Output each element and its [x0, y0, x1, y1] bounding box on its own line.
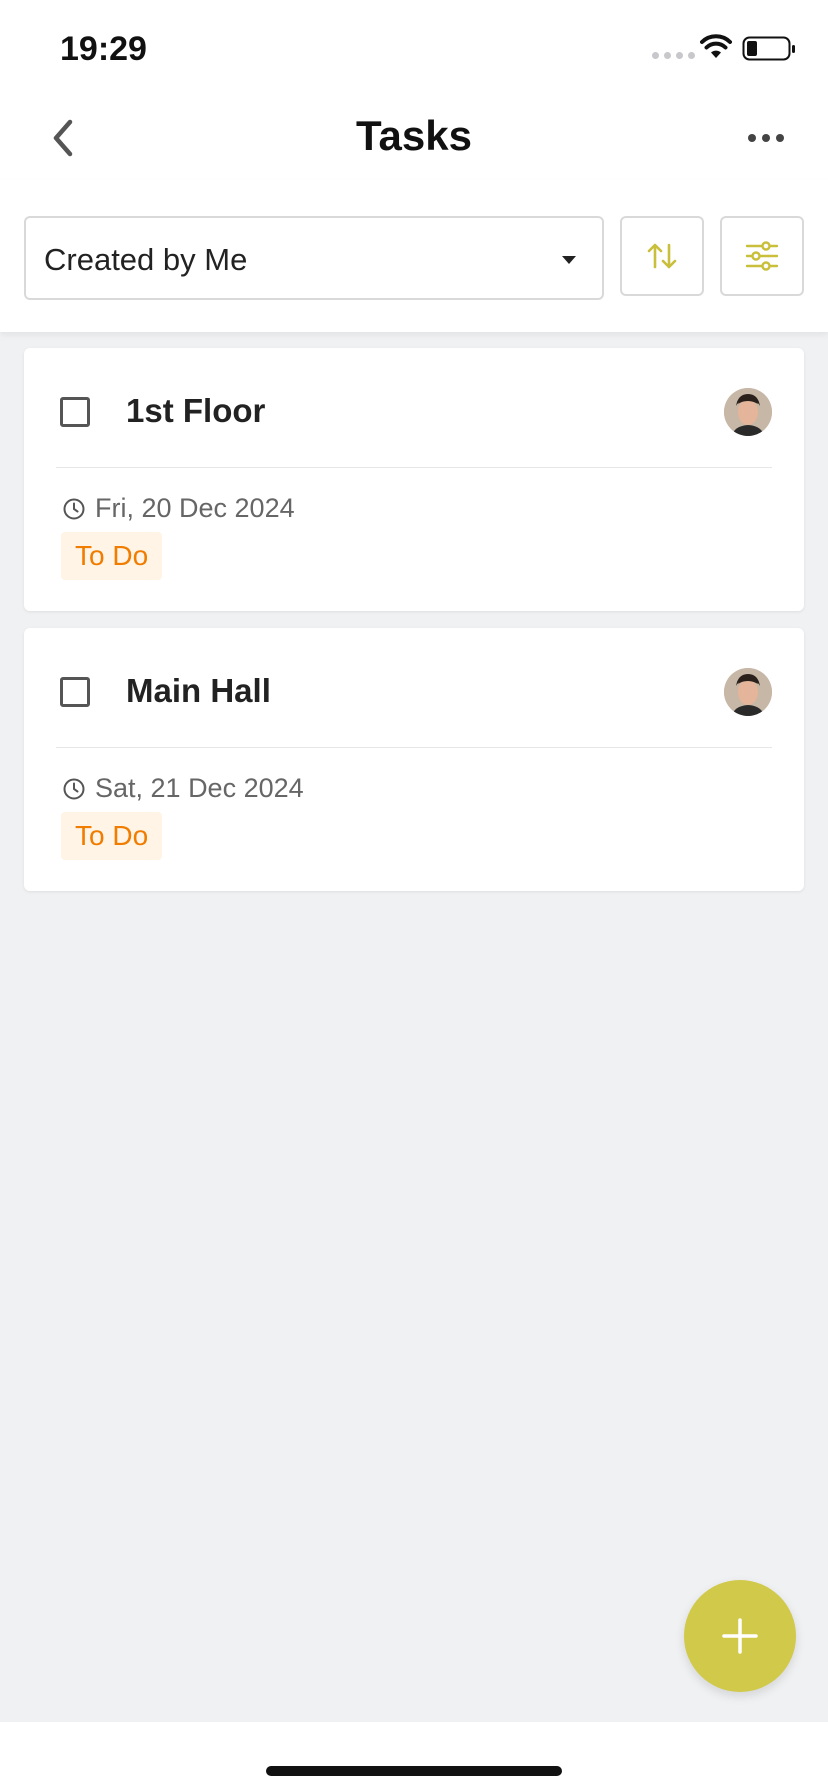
task-card[interactable]: 1st Floor Fri, 20 Dec 2024 To Do — [24, 348, 804, 611]
filter-dropdown-value: Created by Me — [44, 242, 248, 277]
task-title: Main Hall — [126, 672, 271, 709]
plus-icon — [722, 1618, 758, 1654]
filter-button[interactable] — [720, 216, 804, 296]
clock-icon — [63, 498, 85, 520]
task-due-date: Fri, 20 Dec 2024 — [95, 493, 295, 523]
caret-down-icon — [562, 256, 576, 264]
page-title: Tasks — [356, 112, 472, 159]
task-title: 1st Floor — [126, 392, 266, 429]
add-task-button[interactable] — [684, 1580, 796, 1692]
clock-icon — [63, 778, 85, 800]
filter-dropdown[interactable]: Created by Me — [24, 216, 604, 300]
task-checkbox[interactable] — [60, 397, 90, 427]
signal-icon — [652, 52, 695, 59]
battery-icon — [742, 36, 795, 61]
sort-button[interactable] — [620, 216, 704, 296]
sort-icon — [647, 243, 677, 269]
more-icon[interactable] — [748, 134, 784, 142]
toolbar: Created by Me — [0, 180, 828, 332]
app-header: Tasks — [0, 96, 828, 180]
bottom-bar — [0, 1722, 828, 1792]
person-avatar-icon — [724, 668, 772, 716]
task-list: 1st Floor Fri, 20 Dec 2024 To Do Main Ha… — [24, 348, 804, 908]
status-badge: To Do — [61, 532, 163, 580]
filter-icon — [745, 241, 779, 271]
status-bar: 19:29 — [0, 0, 828, 96]
status-time: 19:29 — [60, 30, 147, 68]
person-avatar-icon — [724, 388, 772, 436]
card-divider — [56, 467, 772, 468]
home-indicator[interactable] — [266, 1766, 562, 1776]
task-due-date: Sat, 21 Dec 2024 — [95, 773, 304, 803]
card-divider — [56, 747, 772, 748]
tasks-screen: 19:29 Tasks Created by Me 1st Floor Fri,… — [0, 0, 828, 1792]
status-badge: To Do — [61, 812, 163, 860]
avatar[interactable] — [724, 668, 772, 716]
avatar[interactable] — [724, 388, 772, 436]
task-card[interactable]: Main Hall Sat, 21 Dec 2024 To Do — [24, 628, 804, 891]
task-checkbox[interactable] — [60, 677, 90, 707]
wifi-icon — [700, 34, 732, 58]
